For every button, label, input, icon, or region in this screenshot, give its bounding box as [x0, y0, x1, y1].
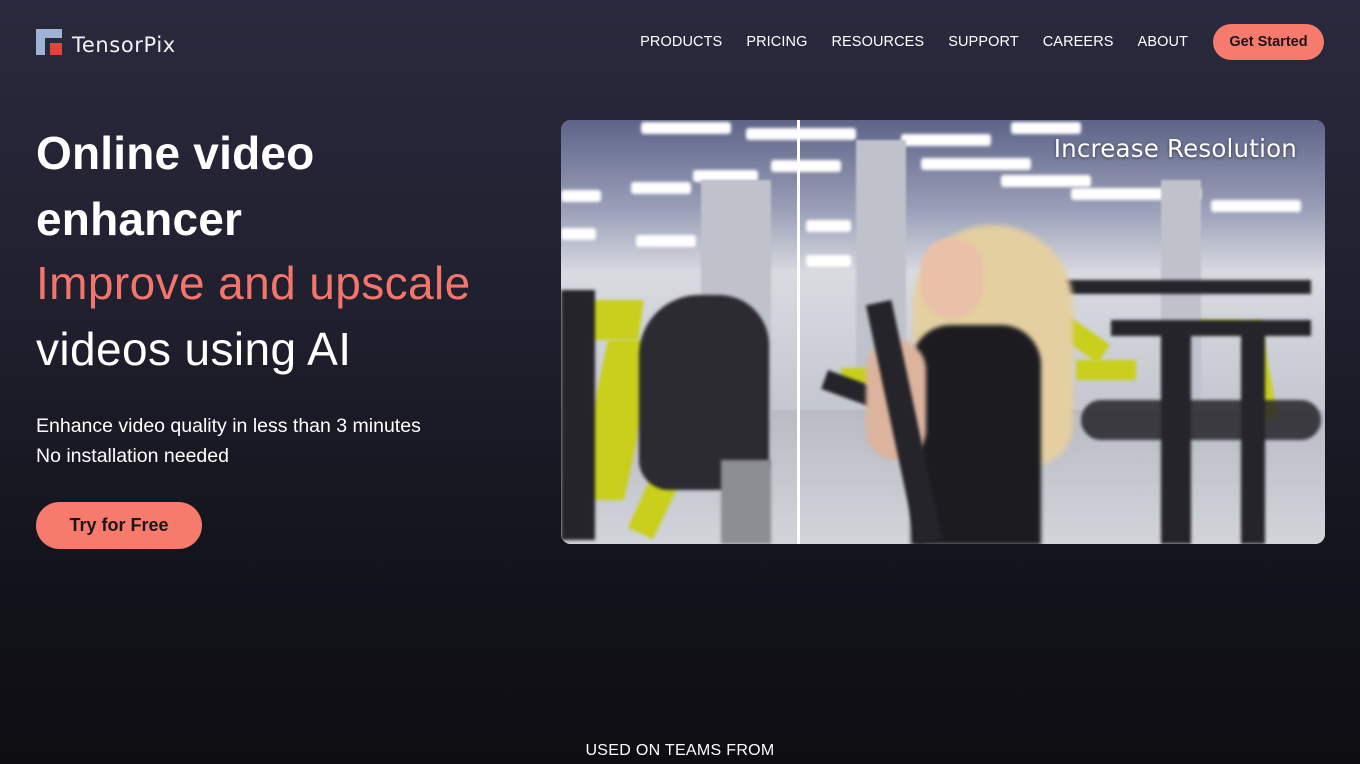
nav-products[interactable]: PRODUCTS: [640, 34, 722, 50]
get-started-button[interactable]: Get Started: [1213, 24, 1324, 60]
tagline-line1: Enhance video quality in less than 3 min…: [36, 415, 421, 437]
hero-accent-line: Improve and upscale: [36, 257, 471, 309]
logo[interactable]: TensorPix: [36, 29, 176, 57]
nav-pricing[interactable]: PRICING: [746, 34, 807, 50]
tensorpix-logo-icon: [36, 29, 62, 55]
comparison-slider-handle[interactable]: [797, 120, 800, 544]
nav-careers[interactable]: CAREERS: [1043, 34, 1114, 50]
hero-title: Online video enhancer: [36, 120, 314, 252]
nav-support[interactable]: SUPPORT: [948, 34, 1019, 50]
hero-title-line2: enhancer: [36, 193, 243, 245]
teams-heading: USED ON TEAMS FROM: [585, 742, 775, 759]
hero-title-line1: Online video: [36, 127, 315, 179]
comparison-video[interactable]: Increase Resolution: [561, 120, 1325, 544]
hero-sub-line: videos using AI: [36, 323, 352, 375]
nav-about[interactable]: ABOUT: [1138, 34, 1188, 50]
main-nav: PRODUCTS PRICING RESOURCES SUPPORT CAREE…: [640, 24, 1324, 60]
logo-text: TensorPix: [72, 33, 176, 57]
tagline-line2: No installation needed: [36, 445, 229, 467]
try-for-free-button[interactable]: Try for Free: [36, 502, 202, 549]
video-overlay-label: Increase Resolution: [1053, 134, 1297, 163]
nav-resources[interactable]: RESOURCES: [831, 34, 924, 50]
hero-tagline: Enhance video quality in less than 3 min…: [36, 411, 421, 471]
site-header: TensorPix PRODUCTS PRICING RESOURCES SUP…: [0, 0, 1360, 84]
